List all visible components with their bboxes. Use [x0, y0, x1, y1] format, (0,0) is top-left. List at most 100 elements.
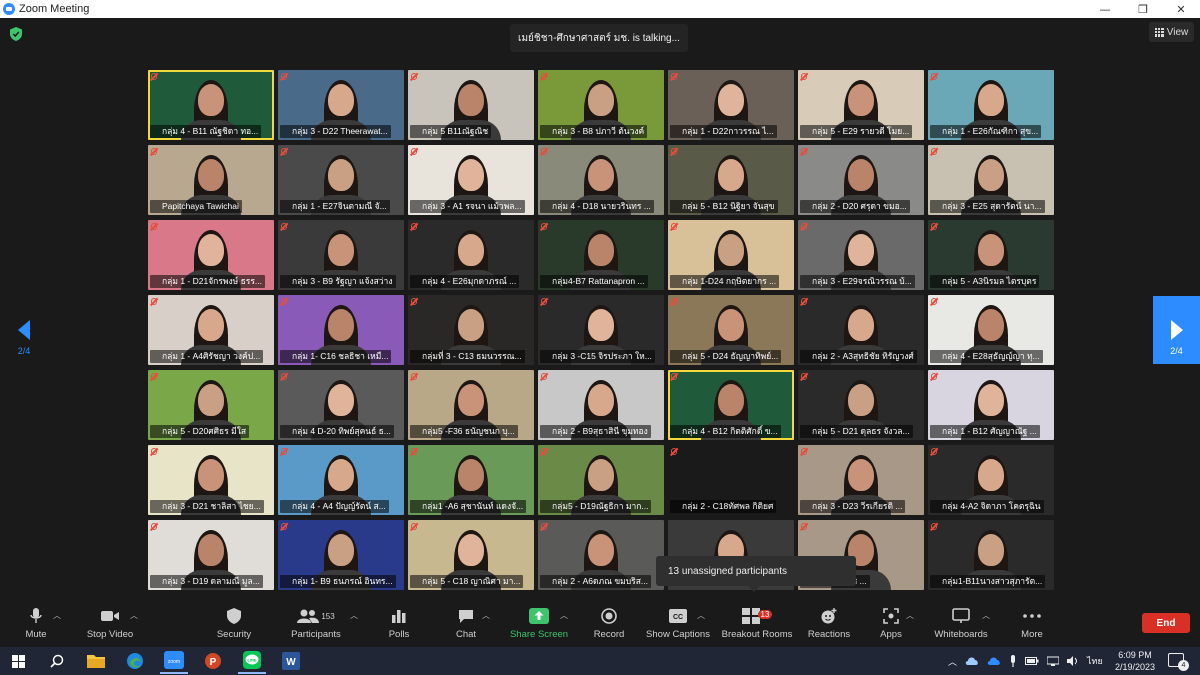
microphone-tray-icon[interactable] [1009, 655, 1017, 667]
participant-tile[interactable]: กลุ่ม 5 - E29 รายวดี โมย... [798, 70, 924, 140]
participant-tile[interactable]: กลุ่ม 4 D-20 ทิพย์สุคนธ์ ธ... [278, 370, 404, 440]
participant-video-face [978, 534, 1004, 566]
network-icon[interactable] [1047, 656, 1060, 666]
participant-tile[interactable]: กลุ่ม 2 - B9สุธาสินี ขุมทอง [538, 370, 664, 440]
view-button[interactable]: View [1149, 22, 1194, 42]
participant-tile[interactable]: กลุ่ม 4 - E26มุกดาภรณ์ ... [408, 220, 534, 290]
participant-tile[interactable]: กลุ่ม 5 - B12 นิฐิยา จันสุข [668, 145, 794, 215]
participant-tile[interactable]: กลุ่ม 4 - A4 ปัญญ์รัตน์ ส... [278, 445, 404, 515]
participant-tile[interactable]: กลุ่ม 4-A2 จิดาภา โคตรุฉิน [928, 445, 1054, 515]
previous-page-button[interactable]: 2/4 [12, 318, 36, 364]
record-button[interactable]: Record [593, 606, 625, 644]
participant-tile[interactable]: กลุ่ม 3 - D22 Theerawat... [278, 70, 404, 140]
participant-tile[interactable]: กลุ่ม 3 -C15 จิรประภา ให... [538, 295, 664, 365]
participant-tile[interactable]: กลุ่ม 1- C16 ชลธิชา เหมื... [278, 295, 404, 365]
participant-tile[interactable]: กลุ่ม 3 - E25 สุดารัตน์ นา... [928, 145, 1054, 215]
participant-video-face [198, 159, 224, 191]
onedrive-cloud-icon[interactable] [965, 656, 979, 666]
edge-browser-icon[interactable] [121, 648, 149, 674]
muted-microphone-icon [151, 223, 157, 230]
closed-captions-icon: CC [669, 606, 687, 626]
security-button[interactable]: Security [214, 606, 254, 644]
security-label: Security [216, 629, 252, 640]
participant-tile[interactable]: กลุ่มที่ 3 - C13 ธมนวรรณ... [408, 295, 534, 365]
muted-microphone-icon [801, 148, 807, 155]
line-app-icon[interactable]: LINE [238, 648, 266, 674]
stop-video-button[interactable]: Stop Video [84, 606, 136, 644]
windows-start-icon[interactable] [4, 648, 32, 674]
chat-button[interactable]: Chat [454, 606, 478, 644]
battery-icon[interactable] [1025, 657, 1039, 665]
close-button[interactable]: ✕ [1162, 0, 1200, 18]
participant-tile[interactable]: กลุ่ม 3 - B8 ปภาวี ต้นวงค์ [538, 70, 664, 140]
unassigned-participants-popup[interactable]: 13 unassigned participants [656, 556, 856, 592]
participant-tile[interactable]: กลุ่ม 5 - C18 ญาณิศา มา... [408, 520, 534, 590]
participant-tile[interactable]: กลุ่ม 4 - B11 ณัฐชิดา ทอ... [148, 70, 274, 140]
participant-tile[interactable]: กลุ่ม 5 - D20ศศิธร มีใส [148, 370, 274, 440]
participant-tile[interactable]: กลุ่ม5 -F36 ธนัญชนก บุ... [408, 370, 534, 440]
zoom-taskbar-icon[interactable]: zoom [160, 648, 188, 674]
participant-tile[interactable]: กลุ่ม 3 - D19 ดลามณี มูล... [148, 520, 274, 590]
file-explorer-icon[interactable] [82, 648, 110, 674]
participant-tile[interactable]: กลุ่ม 3 - D21 ชาลิสา ไชย... [148, 445, 274, 515]
participant-tile[interactable]: กลุ่ม 1 - E26กัณฑิกา สุข... [928, 70, 1054, 140]
participant-tile[interactable]: กลุ่ม5 - D19ณัฐธิกา มาก... [538, 445, 664, 515]
onedrive-blue-cloud-icon[interactable] [987, 656, 1001, 666]
participant-name: กลุ่ม 3 - E25 สุดารัตน์ นา... [930, 200, 1045, 213]
participant-tile[interactable]: กลุ่ม 3 - B9 รัฐญา แจ้งสว่าง [278, 220, 404, 290]
search-icon[interactable] [43, 648, 71, 674]
participant-name: กลุ่ม 3 - B9 รัฐญา แจ้งสว่าง [280, 275, 396, 288]
participant-tile[interactable]: กลุ่ม 4 - B12 กิตติศักดิ์ ข... [668, 370, 794, 440]
record-icon [601, 606, 617, 626]
participant-tile[interactable]: กลุ่ม 1-D24 กฤษิตยากร ... [668, 220, 794, 290]
participant-name: กลุ่ม 4 - E26มุกดาภรณ์ ... [410, 275, 520, 288]
taskbar-clock[interactable]: 6:09 PM 2/19/2023 [1105, 649, 1165, 673]
participant-tile[interactable]: กลุ่ม 1 - D22กาวรรณ ไ... [668, 70, 794, 140]
next-page-button[interactable]: 2/4 [1153, 296, 1200, 364]
participant-tile[interactable]: กลุ่ม 4 - D18 นายวรินทร ... [538, 145, 664, 215]
minimize-button[interactable]: — [1086, 0, 1124, 18]
participant-tile[interactable]: กลุ่ม 5 - D21 ดุลธร จังวล... [798, 370, 924, 440]
participant-tile[interactable]: กลุ่ม 5 - D24 ธัญญาทิพย์... [668, 295, 794, 365]
participant-tile[interactable]: กลุ่ม 1 - D21จักรพงษ์ ธรร... [148, 220, 274, 290]
participant-tile[interactable]: กลุ่ม 3 - A1 รจนา แม้วพล... [408, 145, 534, 215]
notification-center-icon[interactable]: 4 [1168, 653, 1189, 671]
show-hidden-icons-chevron-icon[interactable]: ︿ [948, 655, 957, 668]
participant-tile[interactable]: กลุ่ม 2 - D20 ศรุดา ขมอ... [798, 145, 924, 215]
muted-microphone-icon [281, 373, 287, 380]
participant-tile[interactable]: กลุ่ม 1- B9 ธนภรณ์ อินทร... [278, 520, 404, 590]
participant-name: กลุ่ม 3 - D23 วีรเกียรติ ... [800, 500, 906, 513]
participant-tile[interactable]: กลุ่ม 1 - E27จินตามณี จั... [278, 145, 404, 215]
mute-button[interactable]: Mute [22, 606, 50, 644]
reactions-button[interactable]: Reactions [808, 606, 850, 644]
volume-icon[interactable] [1067, 656, 1079, 666]
participant-tile[interactable]: กลุ่ม 3 - D23 วีรเกียรติ ... [798, 445, 924, 515]
more-button[interactable]: More [1018, 606, 1046, 644]
participant-tile[interactable]: กลุ่ม4-B7 Rattanapron ... [538, 220, 664, 290]
participant-tile[interactable]: กลุ่ม 2 - A3สุทธิชัย ทิรัญวงศ์ [798, 295, 924, 365]
participant-tile[interactable]: กลุ่ม 5 B11ณัฐณิช [408, 70, 534, 140]
apps-button[interactable]: Apps [878, 606, 904, 644]
maximize-button[interactable]: ❐ [1124, 0, 1162, 18]
participant-tile[interactable]: กลุ่ม 2 - A6ดภณ ขมบริส... [538, 520, 664, 590]
participant-tile[interactable]: กลุ่ม 5 - A3นิรมล ไตรบุตร [928, 220, 1054, 290]
participant-tile[interactable]: กลุ่ม1-B11นางสาวสุภารัต... [928, 520, 1054, 590]
polls-button[interactable]: Polls [386, 606, 412, 644]
participant-tile[interactable]: กลุ่ม 1 - A4ศิรัชญา วงค์ป... [148, 295, 274, 365]
word-icon[interactable]: W [277, 648, 305, 674]
participant-tile[interactable]: กลุ่ม 3 - E29จรณิวรรณ บ้... [798, 220, 924, 290]
participant-tile[interactable]: กลุ่ม 4 - E28สุธัญญ์ญา ทุ... [928, 295, 1054, 365]
powerpoint-icon[interactable]: P [199, 648, 227, 674]
participant-tile[interactable]: กลุ่ม 2 - C18ทัศพล กิติยศ [668, 445, 794, 515]
end-meeting-button[interactable]: End [1142, 613, 1190, 633]
breakout-rooms-button[interactable]: 13 Breakout Rooms [721, 606, 793, 644]
muted-microphone-icon [931, 523, 937, 530]
participants-button[interactable]: 153 Participants [290, 606, 342, 644]
participant-tile[interactable]: กลุ่ม 1 - B12 ศัญญาณัฐ ... [928, 370, 1054, 440]
participant-tile[interactable]: Papitchaya Tawichai [148, 145, 274, 215]
participant-video-face [458, 459, 484, 491]
participant-tile[interactable]: กลุ่ม1 -A6 สุชานันท์ แดงจั... [408, 445, 534, 515]
encryption-shield-icon[interactable] [10, 27, 22, 41]
input-language[interactable]: ไทย [1087, 654, 1103, 668]
participant-name: กลุ่มที่ 3 - C13 ธมนวรรณ... [410, 350, 525, 363]
